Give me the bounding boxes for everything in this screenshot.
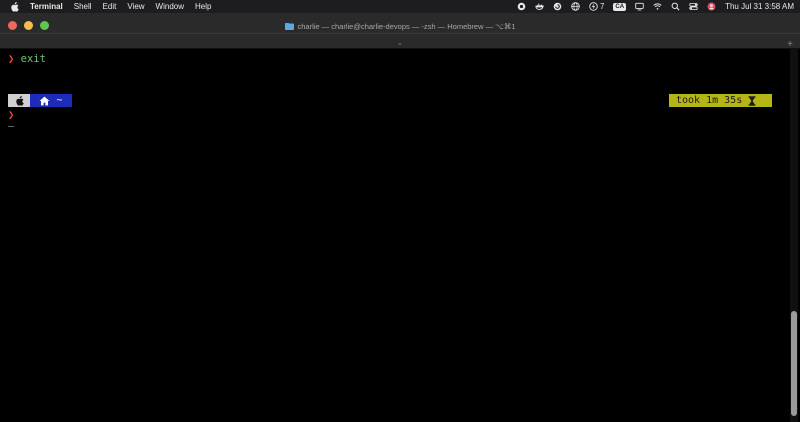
tab-overview-chevron-icon[interactable]: ⌄	[397, 39, 403, 47]
window-title: charlie — charlie@charlie-devops — -zsh …	[0, 22, 800, 31]
window-titlebar[interactable]: charlie — charlie@charlie-devops — -zsh …	[0, 13, 800, 34]
spotlight-search-icon[interactable]	[671, 2, 680, 11]
menu-app-name[interactable]: Terminal	[30, 2, 63, 11]
hourglass-icon	[748, 95, 756, 106]
bolt-icon	[589, 2, 598, 11]
terminal-scrollbar[interactable]	[790, 49, 798, 422]
terminal-line-exit: ❯ exit	[8, 53, 46, 65]
apple-os-icon	[15, 95, 24, 106]
apple-logo-icon[interactable]	[10, 1, 19, 12]
docker-icon[interactable]	[535, 2, 544, 11]
menu-shell[interactable]: Shell	[74, 2, 92, 11]
display-icon[interactable]	[635, 2, 644, 11]
wifi-icon[interactable]	[653, 2, 662, 11]
terminal-cursor: _	[8, 115, 15, 127]
folder-icon	[284, 23, 294, 30]
menu-view[interactable]: View	[127, 2, 144, 11]
os-segment	[8, 94, 30, 107]
menu-bar-left: Terminal Shell Edit View Window Help	[10, 1, 211, 12]
directory-text: ~	[56, 95, 63, 106]
scrollbar-thumb[interactable]	[791, 311, 797, 416]
control-center-icon[interactable]	[689, 2, 698, 11]
directory-segment: ~	[30, 94, 72, 107]
globe-icon[interactable]	[571, 2, 580, 11]
status-count-text: 7	[599, 2, 605, 11]
window-title-text: charlie — charlie@charlie-devops — -zsh …	[297, 22, 516, 31]
menu-edit[interactable]: Edit	[103, 2, 117, 11]
menu-bar-status: 7 CA Thu Jul 31 3:58 AM	[517, 2, 794, 11]
sync-icon[interactable]	[553, 2, 562, 11]
command-duration-segment: took 1m 35s	[669, 94, 772, 107]
home-icon	[39, 96, 50, 106]
menu-window[interactable]: Window	[156, 2, 184, 11]
menu-bar: Terminal Shell Edit View Window Help 7 C…	[0, 0, 800, 13]
duration-text: took 1m 35s	[676, 95, 743, 106]
record-icon[interactable]	[517, 2, 526, 11]
input-source-badge[interactable]: CA	[613, 2, 627, 11]
terminal-content[interactable]: ❯ exit ~ took 1m 35s ❯ _	[0, 49, 788, 422]
terminal-window: charlie — charlie@charlie-devops — -zsh …	[0, 13, 800, 422]
notification-count[interactable]: 7	[589, 2, 604, 11]
menu-help[interactable]: Help	[195, 2, 211, 11]
user-avatar-icon[interactable]	[707, 2, 716, 11]
menu-bar-clock[interactable]: Thu Jul 31 3:58 AM	[725, 2, 794, 11]
command-text: exit	[20, 53, 46, 65]
terminal-line-cursor: _	[8, 115, 14, 127]
prompt-symbol: ❯	[8, 53, 15, 65]
prompt-segments: ~	[8, 94, 72, 107]
